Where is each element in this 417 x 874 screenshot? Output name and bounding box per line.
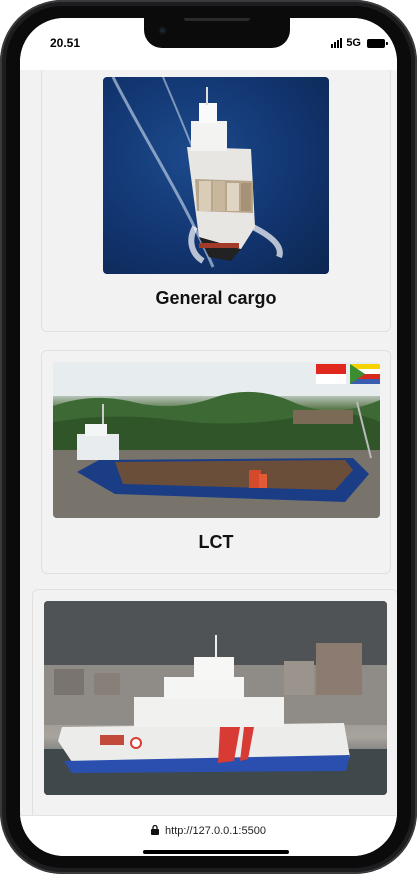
network-type: 5G <box>346 37 361 49</box>
status-indicators: 5G <box>331 36 388 50</box>
ship-3-image <box>44 601 387 795</box>
speaker-grille <box>184 18 250 21</box>
home-indicator[interactable] <box>143 850 289 854</box>
ship-card-general-cargo[interactable]: General cargo <box>41 70 391 332</box>
status-bar: 20.51 5G <box>20 18 397 70</box>
battery-icon <box>367 38 388 48</box>
flag-indonesia <box>316 364 346 374</box>
browser-address-bar[interactable]: http://127.0.0.1:5500 <box>20 815 397 856</box>
camera-icon <box>158 26 167 35</box>
landing-craft-illustration <box>53 362 380 518</box>
notch <box>144 18 290 48</box>
ship-card-3[interactable] <box>32 589 397 816</box>
card-title: General cargo <box>155 288 277 308</box>
cargo-ship-illustration <box>111 77 283 268</box>
card-title: LCT <box>198 532 234 552</box>
status-time: 20.51 <box>50 36 81 50</box>
url-display[interactable]: http://127.0.0.1:5500 <box>20 824 397 838</box>
lct-image <box>53 362 380 518</box>
device-screen: 20.51 5G General cargo LCT http://127.0.… <box>20 18 397 856</box>
lock-icon <box>151 824 160 838</box>
hospital-ship-illustration <box>44 601 387 795</box>
ship-card-lct[interactable]: LCT <box>41 350 391 574</box>
flag-comoros <box>350 364 380 384</box>
url-text: http://127.0.0.1:5500 <box>165 825 266 837</box>
general-cargo-image <box>103 77 329 274</box>
page-content[interactable]: General cargo LCT <box>20 70 397 816</box>
signal-icon <box>331 38 343 48</box>
